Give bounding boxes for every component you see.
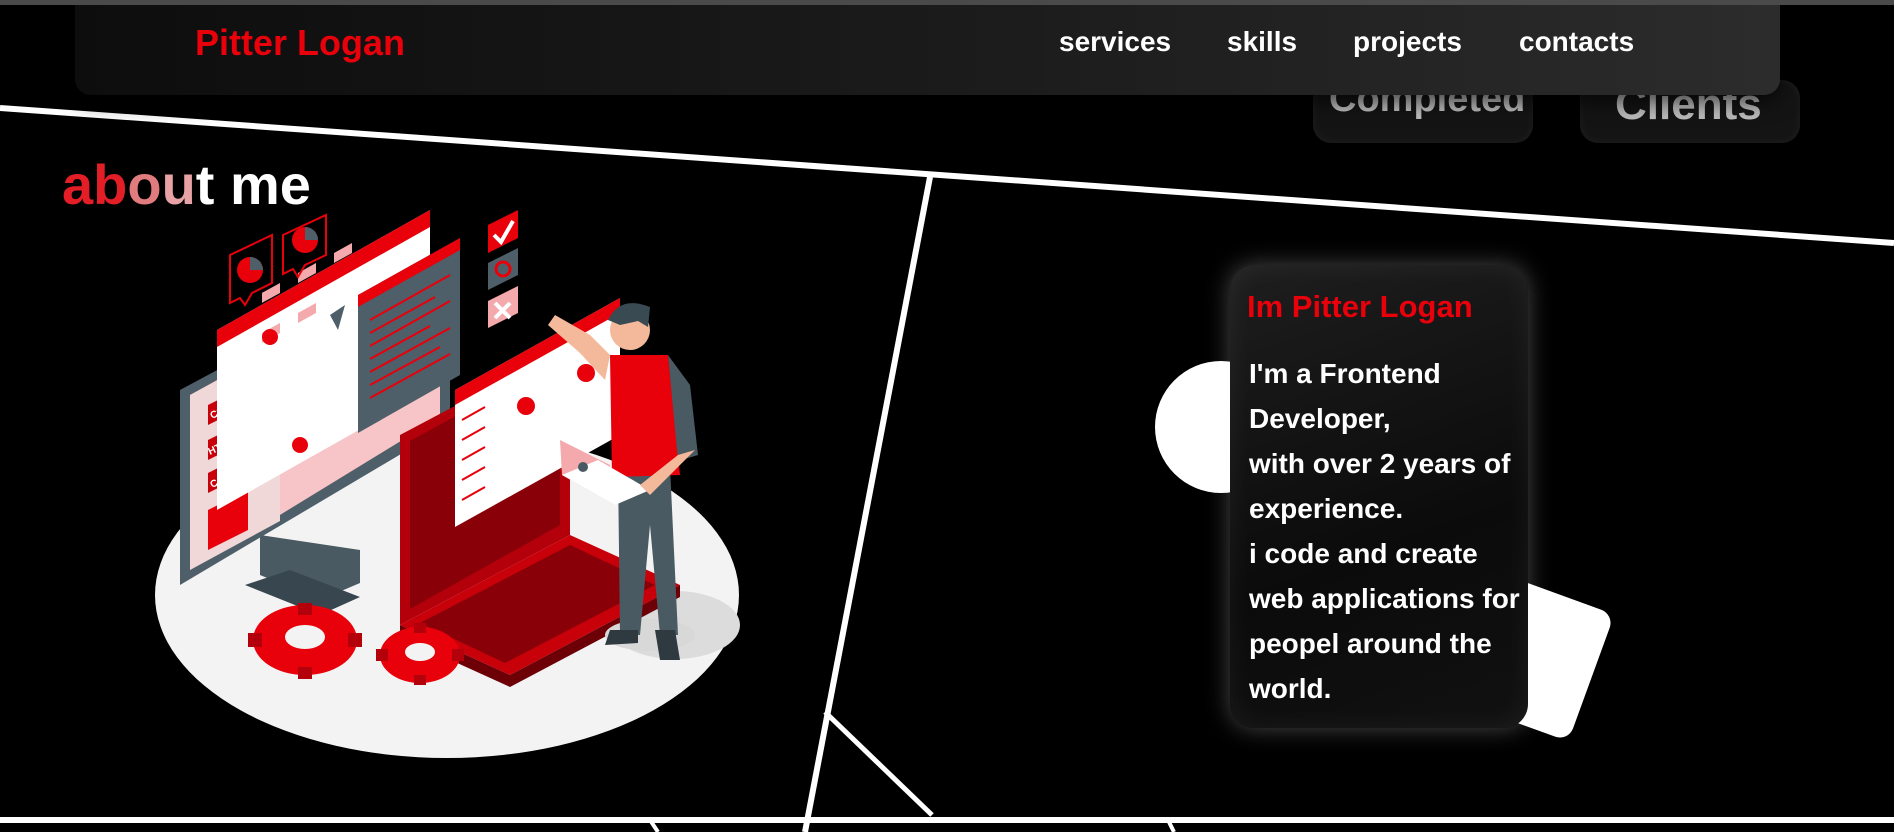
bio-text: I'm a Frontend Developer, with over 2 ye… <box>1249 358 1520 704</box>
nav-item-skills[interactable]: skills <box>1227 26 1297 58</box>
about-title: about me <box>62 153 311 216</box>
close-icon <box>488 286 518 328</box>
bio-card: Im Pitter Logan I'm a Frontend Developer… <box>1230 265 1528 728</box>
window-top-border <box>0 0 1894 5</box>
brand-logo[interactable]: Pitter Logan <box>195 22 405 64</box>
navbar: Pitter Logan services skills projects co… <box>75 0 1780 95</box>
nav-item-services[interactable]: services <box>1059 26 1171 58</box>
illustration-developer: CSS HTML C++ <box>155 210 740 758</box>
bio-title: Im Pitter Logan <box>1247 289 1473 324</box>
check-icon <box>488 210 518 253</box>
nav-item-projects[interactable]: projects <box>1353 26 1462 58</box>
nav-item-contacts[interactable]: contacts <box>1519 26 1634 58</box>
